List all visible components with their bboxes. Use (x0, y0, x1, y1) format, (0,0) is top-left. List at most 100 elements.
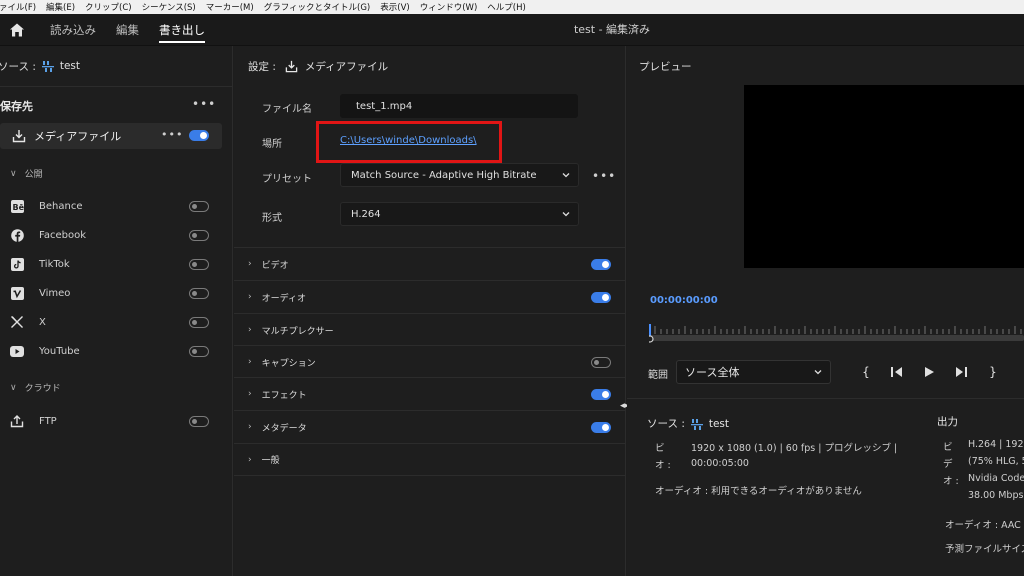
destination-facebook[interactable]: Facebook (10, 225, 215, 245)
step-back-button[interactable] (889, 364, 905, 380)
effects-toggle[interactable] (591, 389, 611, 400)
section-effects[interactable]: › エフェクト (234, 377, 626, 410)
play-button[interactable] (921, 364, 937, 380)
tab-import[interactable]: 読み込み (50, 14, 96, 46)
youtube-icon (10, 344, 24, 358)
chevron-right-icon: › (248, 422, 252, 432)
destination-tiktok[interactable]: TikTok (10, 254, 215, 274)
section-captions[interactable]: › キャプション (234, 345, 626, 378)
tab-export[interactable]: 書き出し (159, 14, 205, 46)
sequence-icon (41, 61, 54, 72)
destination-label: Facebook (39, 229, 86, 241)
x-toggle[interactable] (189, 317, 209, 328)
vimeo-icon (10, 286, 24, 300)
section-video[interactable]: › ビデオ (234, 247, 626, 280)
chevron-right-icon: › (248, 325, 252, 335)
filename-input[interactable]: test_1.mp4 (340, 94, 578, 118)
step-forward-icon (956, 367, 967, 377)
preset-label: プリセット (262, 174, 312, 185)
facebook-toggle[interactable] (189, 230, 209, 241)
destination-label: X (39, 316, 46, 328)
range-value: ソース全体 (685, 366, 740, 379)
section-label: 一般 (261, 456, 280, 466)
audio-toggle[interactable] (591, 292, 611, 303)
video-label-1: ビ (655, 443, 665, 454)
media-file-toggle[interactable] (189, 130, 209, 141)
section-label: エフェクト (261, 390, 307, 401)
tiktok-icon (10, 257, 24, 271)
tiktok-toggle[interactable] (189, 259, 209, 270)
menu-edit[interactable]: 編集(E) (41, 1, 80, 13)
menu-view[interactable]: 表示(V) (375, 1, 414, 13)
video-toggle[interactable] (591, 259, 611, 270)
publish-group-header[interactable]: ∨ 公開 (10, 167, 43, 181)
home-icon[interactable] (9, 22, 25, 38)
menu-marker[interactable]: マーカー(M) (201, 1, 259, 13)
behance-toggle[interactable] (189, 201, 209, 212)
play-icon (925, 367, 934, 377)
menu-graphics[interactable]: グラフィックとタイトル(G) (259, 1, 376, 13)
settings-panel: 設定 : メディアファイル ファイル名 test_1.mp4 場所 C:\Use… (234, 46, 626, 576)
range-label: 範囲 (648, 370, 668, 381)
destination-label: Vimeo (39, 287, 71, 299)
vimeo-toggle[interactable] (189, 288, 209, 299)
section-general[interactable]: › 一般 (234, 443, 626, 476)
output-label-3: オ : (943, 476, 959, 487)
output-video-line-1: H.264 | 1920 (968, 439, 1024, 450)
destination-label: Behance (39, 200, 83, 212)
divider (627, 398, 1024, 399)
section-multiplexer[interactable]: › マルチプレクサー (234, 313, 626, 346)
timeline-ruler[interactable] (649, 324, 1024, 344)
menu-sequence[interactable]: シーケンス(S) (137, 1, 201, 13)
output-estimated-size: 予測ファイルサイズ (945, 544, 1024, 555)
destination-x[interactable]: X (10, 312, 215, 332)
section-label: オーディオ (261, 293, 306, 304)
youtube-toggle[interactable] (189, 346, 209, 357)
media-file-destination[interactable]: メディアファイル ••• (0, 123, 222, 149)
annotation-highlight-box (316, 121, 502, 163)
destinations-more-button[interactable]: ••• (192, 97, 216, 111)
source-header: ソース : test (0, 46, 80, 86)
step-forward-button[interactable] (953, 364, 969, 380)
preset-dropdown[interactable]: Match Source - Adaptive High Bitrate (340, 163, 579, 187)
captions-toggle[interactable] (591, 357, 611, 368)
media-file-more-button[interactable]: ••• (161, 128, 183, 141)
chevron-down-icon: ∨ (10, 168, 17, 179)
section-audio[interactable]: › オーディオ (234, 280, 626, 313)
output-label-2: デ (943, 459, 953, 470)
menu-file[interactable]: ァイル(F) (0, 1, 41, 13)
destination-behance[interactable]: Bē Behance (10, 196, 215, 216)
menu-help[interactable]: ヘルプ(H) (482, 1, 531, 13)
preview-timecode[interactable]: 00:00:00:00 (650, 295, 718, 306)
destination-ftp[interactable]: FTP (10, 411, 215, 431)
preview-video-frame (744, 85, 1024, 268)
preset-more-button[interactable]: ••• (592, 169, 616, 183)
format-label: 形式 (262, 213, 282, 224)
chevron-down-icon (562, 173, 570, 178)
section-metadata[interactable]: › メタデータ (234, 410, 626, 443)
source-info-header: ソース : test (647, 416, 729, 431)
destination-youtube[interactable]: YouTube (10, 341, 215, 361)
range-dropdown[interactable]: ソース全体 (676, 360, 831, 384)
destination-vimeo[interactable]: Vimeo (10, 283, 215, 303)
filename-label: ファイル名 (262, 104, 312, 115)
output-video-line-2: (75% HLG, 5 (968, 456, 1024, 467)
cloud-group-header[interactable]: ∨ クラウド (10, 381, 61, 395)
preview-panel: プレビュー 00:00:00:00 範囲 ソース全体 { } ソース : tes… (627, 46, 1024, 576)
divider (0, 86, 233, 87)
chevron-down-icon (814, 370, 822, 375)
chevron-right-icon: › (248, 454, 252, 465)
export-icon (285, 60, 298, 72)
facebook-icon (10, 228, 24, 242)
menu-clip[interactable]: クリップ(C) (80, 1, 137, 13)
format-dropdown[interactable]: H.264 (340, 202, 579, 226)
source-name: test (708, 417, 730, 430)
ftp-toggle[interactable] (189, 416, 209, 427)
mark-out-button[interactable]: } (985, 364, 1001, 380)
source-name: test (59, 60, 81, 72)
settings-header: 設定 : メディアファイル (248, 46, 388, 86)
metadata-toggle[interactable] (591, 422, 611, 433)
mark-in-button[interactable]: { (858, 364, 874, 380)
tab-edit[interactable]: 編集 (116, 14, 139, 46)
menu-window[interactable]: ウィンドウ(W) (415, 1, 483, 13)
